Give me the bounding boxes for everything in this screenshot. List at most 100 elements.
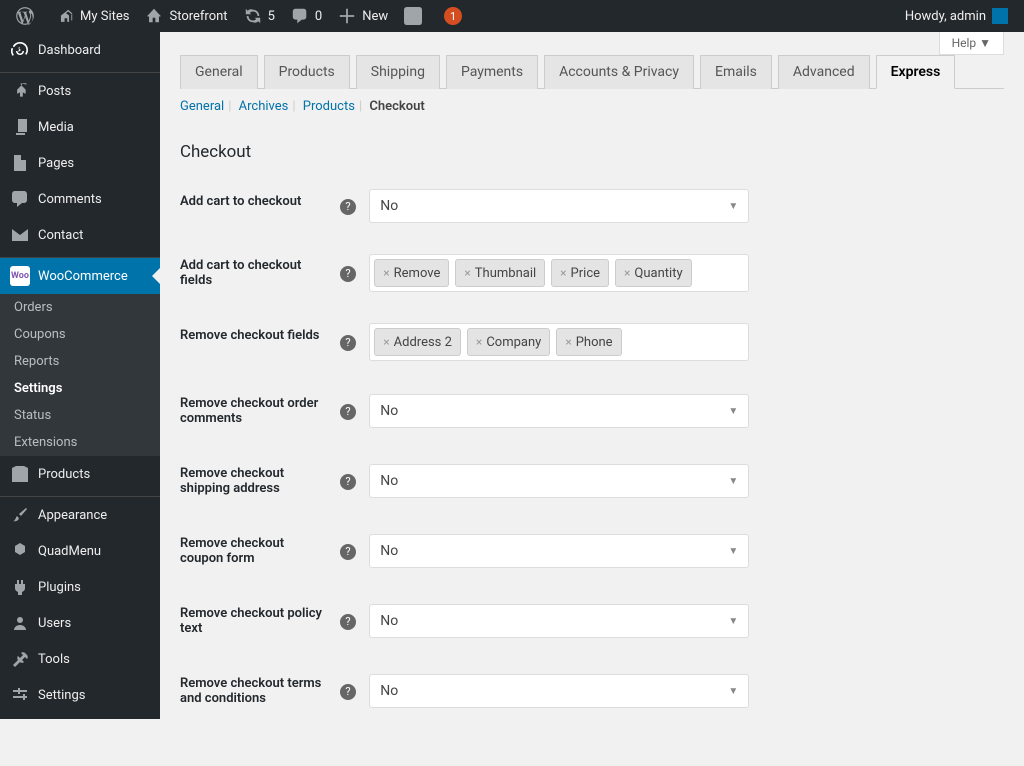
remove-coupon-select[interactable]: No▼ <box>369 534 749 568</box>
media-icon <box>10 117 30 137</box>
settings-tabs: General Products Shipping Payments Accou… <box>180 55 1004 89</box>
menu-pages-label: Pages <box>38 156 74 171</box>
sub-reports[interactable]: Reports <box>0 348 160 375</box>
plus-icon <box>338 7 356 25</box>
add-cart-value: No <box>380 198 398 214</box>
menu-appearance[interactable]: Appearance <box>0 497 160 533</box>
sub-nav: General| Archives| Products| Checkout <box>180 89 1004 124</box>
menu-plugins[interactable]: Plugins <box>0 569 160 605</box>
menu-users[interactable]: Users <box>0 605 160 641</box>
tag-phone[interactable]: ×Phone <box>556 328 621 356</box>
field-remove-terms-label: Remove checkout terms and conditions <box>180 656 340 726</box>
chevron-down-icon: ▼ <box>728 201 738 212</box>
tag-address2[interactable]: ×Address 2 <box>374 328 461 356</box>
howdy[interactable]: Howdy, admin <box>897 0 1016 32</box>
tab-advanced[interactable]: Advanced <box>778 55 870 89</box>
home-multi-icon <box>56 7 74 25</box>
menu-plugins-label: Plugins <box>38 580 81 595</box>
menu-pages[interactable]: Pages <box>0 145 160 181</box>
remove-terms-select[interactable]: No▼ <box>369 674 749 708</box>
my-sites-label: My Sites <box>80 9 129 24</box>
remove-shipping-select[interactable]: No▼ <box>369 464 749 498</box>
menu-users-label: Users <box>38 616 71 631</box>
close-icon[interactable]: × <box>464 266 470 280</box>
help-icon[interactable]: ? <box>340 614 356 630</box>
avatar <box>992 8 1008 24</box>
subnav-archives[interactable]: Archives <box>239 99 289 114</box>
my-sites[interactable]: My Sites <box>48 0 137 32</box>
subnav-products[interactable]: Products <box>303 99 355 114</box>
menu-quadmenu[interactable]: QuadMenu <box>0 533 160 569</box>
tag-remove[interactable]: ×Remove <box>374 259 449 287</box>
menu-comments[interactable]: Comments <box>0 181 160 217</box>
comments-count: 0 <box>315 9 322 24</box>
site-name-label: Storefront <box>169 9 227 24</box>
tag-thumbnail[interactable]: ×Thumbnail <box>455 259 545 287</box>
help-icon[interactable]: ? <box>340 199 356 215</box>
close-icon[interactable]: × <box>383 335 389 349</box>
tab-products[interactable]: Products <box>264 55 350 89</box>
tag-price[interactable]: ×Price <box>551 259 609 287</box>
menu-posts-label: Posts <box>38 84 71 99</box>
close-icon[interactable]: × <box>560 266 566 280</box>
menu-contact-label: Contact <box>38 228 83 243</box>
remove-policy-select[interactable]: No▼ <box>369 604 749 638</box>
tag-quantity[interactable]: ×Quantity <box>615 259 692 287</box>
update-icon <box>244 7 262 25</box>
updates[interactable]: 5 <box>236 0 283 32</box>
tab-accounts[interactable]: Accounts & Privacy <box>544 55 694 89</box>
site-name[interactable]: Storefront <box>137 0 235 32</box>
add-cart-select[interactable]: No ▼ <box>369 189 749 223</box>
tab-express[interactable]: Express <box>876 55 956 89</box>
help-icon[interactable]: ? <box>340 404 356 420</box>
add-cart-fields-tags[interactable]: ×Remove ×Thumbnail ×Price ×Quantity <box>369 254 749 292</box>
menu-products-label: Products <box>38 467 90 482</box>
sub-status[interactable]: Status <box>0 402 160 429</box>
remove-fields-tags[interactable]: ×Address 2 ×Company ×Phone <box>369 323 749 361</box>
menu-woocommerce[interactable]: WooWooCommerce <box>0 258 160 294</box>
close-icon[interactable]: × <box>624 266 630 280</box>
field-remove-shipping-label: Remove checkout shipping address <box>180 446 340 516</box>
tag-company[interactable]: ×Company <box>467 328 550 356</box>
tab-payments[interactable]: Payments <box>446 55 538 89</box>
subnav-general[interactable]: General <box>180 99 224 114</box>
mail-icon <box>10 225 30 245</box>
help-icon[interactable]: ? <box>340 544 356 560</box>
sub-coupons[interactable]: Coupons <box>0 321 160 348</box>
chevron-down-icon: ▼ <box>728 476 738 487</box>
tab-general[interactable]: General <box>180 55 258 89</box>
sub-settings[interactable]: Settings <box>0 375 160 402</box>
menu-settings[interactable]: Settings <box>0 677 160 713</box>
close-icon[interactable]: × <box>383 266 389 280</box>
sub-orders[interactable]: Orders <box>0 294 160 321</box>
sliders-icon <box>10 685 30 705</box>
comment-icon <box>291 7 309 25</box>
wp-logo[interactable] <box>8 0 48 32</box>
menu-media[interactable]: Media <box>0 109 160 145</box>
tab-shipping[interactable]: Shipping <box>356 55 440 89</box>
help-icon[interactable]: ? <box>340 266 356 282</box>
menu-dashboard[interactable]: Dashboard <box>0 32 160 68</box>
chevron-down-icon: ▼ <box>728 546 738 557</box>
comments-bar[interactable]: 0 <box>283 0 330 32</box>
menu-products[interactable]: Products <box>0 456 160 492</box>
help-tab[interactable]: Help ▼ <box>939 32 1004 55</box>
menu-posts[interactable]: Posts <box>0 73 160 109</box>
close-icon[interactable]: × <box>565 335 571 349</box>
field-add-cart-label: Add cart to checkout <box>180 174 340 238</box>
tab-emails[interactable]: Emails <box>700 55 772 89</box>
plug-icon <box>10 577 30 597</box>
help-icon[interactable]: ? <box>340 684 356 700</box>
notifications[interactable]: 1 <box>436 0 470 32</box>
help-icon[interactable]: ? <box>340 474 356 490</box>
close-icon[interactable]: × <box>476 335 482 349</box>
menu-contact[interactable]: Contact <box>0 217 160 253</box>
new-content[interactable]: New <box>330 0 396 32</box>
updates-count: 5 <box>268 9 275 24</box>
yoast-bar[interactable] <box>396 0 436 32</box>
remove-order-comments-select[interactable]: No▼ <box>369 394 749 428</box>
sub-extensions[interactable]: Extensions <box>0 429 160 456</box>
menu-tools[interactable]: Tools <box>0 641 160 677</box>
menu-dashboard-label: Dashboard <box>38 43 101 58</box>
help-icon[interactable]: ? <box>340 335 356 351</box>
